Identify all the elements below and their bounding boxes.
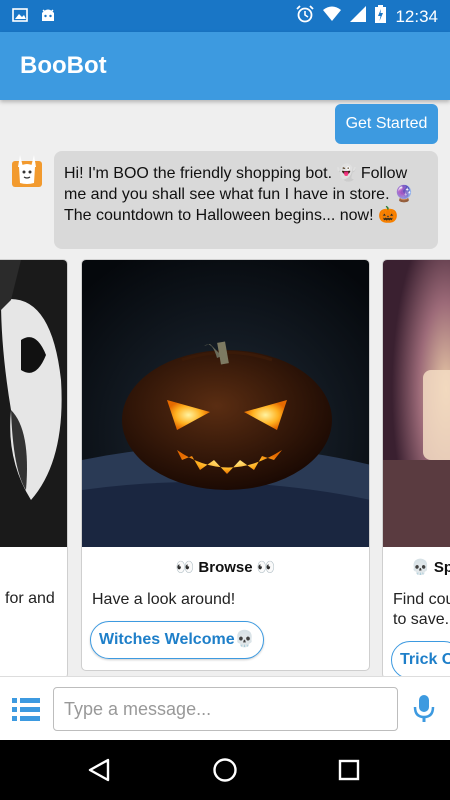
trick-or-treat-button[interactable]: Trick O xyxy=(391,641,450,678)
app-bar: BooBot xyxy=(0,32,450,100)
message-input-bar xyxy=(0,676,450,740)
carousel-card-right[interactable]: 💀 Sp Find cou to save. Trick O xyxy=(382,259,450,679)
system-navigation-bar xyxy=(0,740,450,800)
carousel-card-left[interactable]: for and xyxy=(0,259,68,679)
alarm-icon xyxy=(296,5,315,28)
wifi-icon xyxy=(323,6,342,27)
microphone-icon[interactable] xyxy=(412,694,436,729)
menu-list-icon[interactable] xyxy=(12,697,40,726)
bot-message-line: The countdown to Halloween begins... now… xyxy=(64,207,398,224)
witches-welcome-button[interactable]: Witches Welcome💀 xyxy=(90,621,264,659)
card-description: Find cou to save. xyxy=(393,590,450,630)
bot-avatar xyxy=(12,155,42,187)
scream-mask-image xyxy=(0,260,67,547)
battery-charging-icon xyxy=(375,5,387,28)
android-bot-notification-icon xyxy=(40,7,56,28)
card-description-line: Find cou xyxy=(393,591,450,608)
card-description-line: to save. xyxy=(393,611,450,628)
gallery-notification-icon xyxy=(12,7,28,28)
message-input[interactable] xyxy=(53,687,398,731)
back-icon[interactable] xyxy=(88,758,110,787)
card-title: 👀 Browse 👀 xyxy=(175,559,276,576)
card-description: Have a look around! xyxy=(92,591,236,608)
home-icon[interactable] xyxy=(212,757,238,788)
carousel-card-browse[interactable]: 👀 Browse 👀 Have a look around! Witches W… xyxy=(81,259,370,671)
bot-message-bubble: Hi! I'm BOO the friendly shopping bot. 👻… xyxy=(54,151,438,249)
signal-icon xyxy=(350,6,367,27)
card-description: for and xyxy=(5,590,55,607)
status-time: 12:34 xyxy=(395,6,438,26)
app-title: BooBot xyxy=(20,52,107,79)
status-bar: 12:34 xyxy=(0,0,450,32)
recent-apps-icon[interactable] xyxy=(338,759,360,786)
bot-message-line: Hi! I'm BOO the friendly shopping bot. 👻… xyxy=(64,165,408,182)
card-title: 💀 Sp xyxy=(411,559,450,576)
candle-image xyxy=(383,260,450,547)
get-started-button[interactable]: Get Started xyxy=(335,104,438,144)
jack-o-lantern-image xyxy=(82,260,369,547)
bot-message-line: me and you shall see what fun I have in … xyxy=(64,186,414,203)
